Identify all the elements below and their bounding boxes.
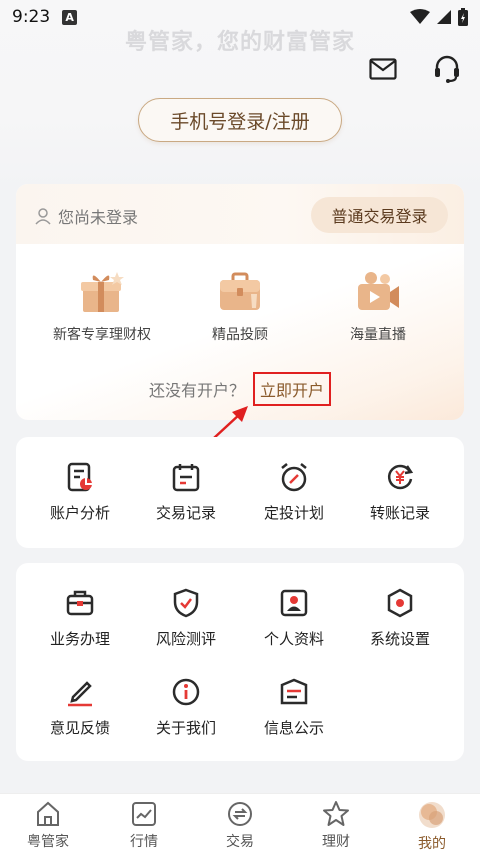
user-status: 您尚未登录 (34, 204, 138, 228)
tool-trade-records[interactable]: 交易记录 (132, 462, 240, 523)
service-profile-label: 个人资料 (263, 630, 324, 648)
calendar-icon (172, 464, 200, 492)
feature-new-customer-label: 新客专享理财权 (53, 327, 151, 343)
service-business-label: 业务办理 (49, 630, 110, 648)
nav-home-label: 粤管家 (27, 834, 69, 850)
mail-icon (369, 58, 397, 80)
open-account-link[interactable]: 立即开户 (253, 372, 332, 406)
nav-home[interactable]: 粤管家 (0, 794, 96, 853)
home-icon (37, 801, 59, 826)
alarm-clock-icon (281, 463, 307, 492)
settings-icon (387, 588, 413, 618)
nav-finance[interactable]: 理财 (288, 794, 384, 853)
service-business[interactable]: 业务办理 (26, 588, 134, 649)
shield-check-icon (173, 588, 199, 618)
tool-transfer-records-label: 转账记录 (369, 504, 430, 522)
pen-icon (68, 681, 92, 707)
nav-mine[interactable]: 我的 (384, 794, 480, 853)
normal-trade-login-label: 普通交易登录 (331, 207, 428, 226)
tool-account-analysis-label: 账户分析 (49, 504, 110, 522)
nav-trade[interactable]: 交易 (192, 794, 288, 853)
notice-icon (280, 678, 308, 705)
feature-live-label: 海量直播 (350, 327, 406, 343)
service-settings-label: 系统设置 (369, 630, 430, 648)
transfer-yen-icon (387, 464, 414, 490)
open-account-prompt: 还没有开户？ 立即开户 (16, 372, 464, 406)
service-about[interactable]: 关于我们 (132, 677, 240, 738)
star-icon (323, 801, 349, 826)
normal-trade-login-button[interactable]: 普通交易登录 (311, 197, 448, 233)
service-profile[interactable]: 个人资料 (240, 588, 348, 649)
gift-icon (81, 272, 124, 312)
user-icon (35, 208, 51, 225)
message-button[interactable] (366, 54, 400, 84)
open-account-prompt-text: 还没有开户？ (148, 381, 245, 400)
tool-investment-plan-label: 定投计划 (263, 504, 324, 522)
tool-investment-plan[interactable]: 定投计划 (240, 462, 348, 523)
feature-live[interactable]: 海量直播 (308, 270, 448, 344)
video-camera-icon (358, 272, 399, 310)
service-feedback-label: 意见反馈 (49, 719, 110, 737)
feature-new-customer[interactable]: 新客专享理财权 (32, 270, 172, 344)
trade-exchange-icon (228, 802, 252, 826)
service-notice[interactable]: 信息公示 (240, 677, 348, 738)
customer-service-button[interactable] (430, 54, 464, 84)
phone-login-register-label: 手机号登录/注册 (170, 110, 310, 133)
wifi-icon (410, 9, 430, 24)
nav-finance-label: 理财 (322, 834, 350, 850)
app-slogan: 粤管家，您的财富管家 (124, 29, 355, 55)
nav-market[interactable]: 行情 (96, 794, 192, 853)
account-card: 您尚未登录 普通交易登录 新客专享理财权 精品投顾 海量直播 还没有开户？ 立即… (16, 184, 464, 420)
services-card: 业务办理 风险测评 个人资料 系统设置 意见反馈 关于我们 信息公示 (16, 563, 464, 761)
tool-trade-records-label: 交易记录 (155, 504, 216, 522)
service-feedback[interactable]: 意见反馈 (26, 677, 134, 738)
nav-market-label: 行情 (130, 834, 158, 850)
profile-card-icon (280, 589, 308, 617)
feature-advisor-label: 精品投顾 (212, 327, 268, 343)
info-icon (172, 678, 200, 706)
feature-advisor[interactable]: 精品投顾 (170, 270, 310, 344)
service-risk-assessment-label: 风险测评 (155, 630, 216, 648)
toolbox-icon (66, 590, 94, 616)
nav-trade-label: 交易 (226, 834, 254, 850)
notification-badge-icon: A (62, 9, 78, 25)
service-settings[interactable]: 系统设置 (346, 588, 454, 649)
market-chart-icon (132, 802, 156, 826)
user-status-text: 您尚未登录 (58, 208, 139, 227)
tool-transfer-records[interactable]: 转账记录 (346, 462, 454, 523)
service-notice-label: 信息公示 (263, 719, 324, 737)
briefcase-icon (220, 272, 260, 310)
service-risk-assessment[interactable]: 风险测评 (132, 588, 240, 649)
tool-account-analysis[interactable]: 账户分析 (26, 462, 134, 523)
service-about-label: 关于我们 (155, 719, 216, 737)
signal-icon (437, 10, 451, 24)
annotation-arrow-icon (213, 406, 248, 439)
nav-mine-label: 我的 (418, 836, 446, 852)
account-analysis-icon (67, 462, 92, 492)
headset-icon (435, 55, 459, 83)
bottom-nav: 粤管家 行情 交易 理财 我的 (0, 793, 480, 853)
phone-login-register-button[interactable]: 手机号登录/注册 (138, 98, 342, 142)
avatar-icon (419, 802, 445, 828)
tools-card: 账户分析 交易记录 定投计划 转账记录 (16, 437, 464, 548)
